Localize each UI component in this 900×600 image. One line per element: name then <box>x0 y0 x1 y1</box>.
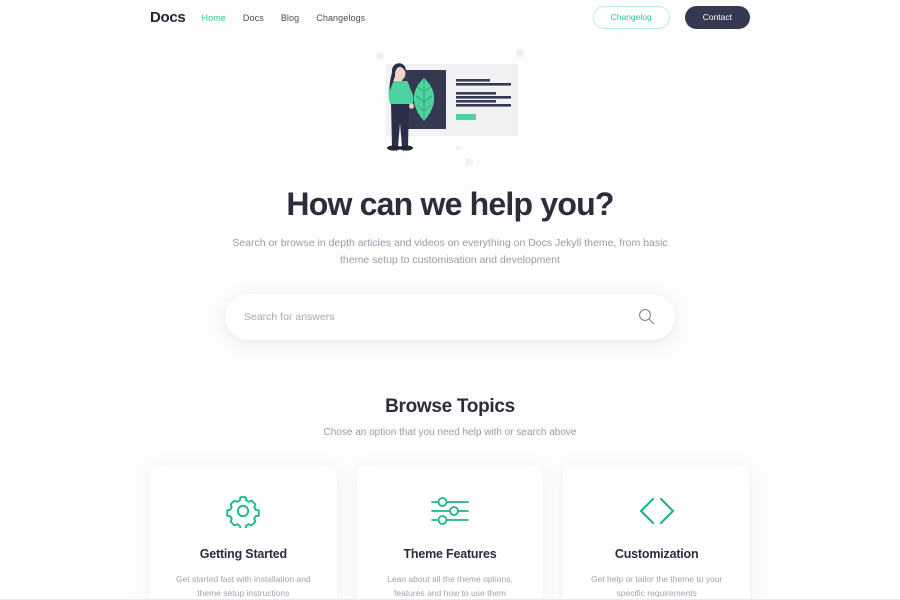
site-header: Docs Home Docs Blog Changelogs Changelog… <box>0 0 900 35</box>
woman-presenting-board-illustration <box>376 49 524 166</box>
nav-item-changelogs[interactable]: Changelogs <box>316 13 365 23</box>
changelog-button[interactable]: Changelog <box>592 6 670 29</box>
topic-card-title: Getting Started <box>199 546 287 561</box>
topic-card-customization[interactable]: Customization Get help or tailor the the… <box>563 464 751 600</box>
gear-icon <box>170 491 317 531</box>
topic-card-theme-features[interactable]: Theme Features Lean about all the theme … <box>356 464 544 600</box>
topic-card-description: Lean about all the theme options, featur… <box>387 573 513 599</box>
nav-item-docs[interactable]: Docs <box>243 13 264 23</box>
topic-cards: Getting Started Get started fast with in… <box>0 464 900 600</box>
main-navigation: Home Docs Blog Changelogs <box>201 13 592 23</box>
contact-button[interactable]: Contact <box>684 6 750 29</box>
search-bar[interactable] <box>225 293 675 340</box>
topic-card-title: Customization <box>614 546 699 561</box>
sliders-icon <box>377 491 524 531</box>
hero-section: How can we help you? Search or browse in… <box>0 35 900 340</box>
nav-item-home[interactable]: Home <box>201 13 225 23</box>
topic-card-getting-started[interactable]: Getting Started Get started fast with in… <box>150 464 337 600</box>
site-logo[interactable]: Docs <box>150 9 186 26</box>
hero-subtitle: Search or browse in depth articles and v… <box>232 237 668 267</box>
hero-illustration <box>368 47 533 172</box>
topic-card-description: Get started fast with installation and t… <box>176 573 311 599</box>
topic-card-description: Get help or tailor the theme to your spe… <box>591 573 723 599</box>
header-actions: Changelog Contact <box>592 6 750 29</box>
search-icon[interactable] <box>638 308 655 325</box>
code-brackets-icon <box>583 491 730 531</box>
browse-topics-section: Browse Topics Chose an option that you n… <box>0 396 900 438</box>
browse-subtitle: Chose an option that you need help with … <box>323 426 577 438</box>
browse-title: Browse Topics <box>385 395 515 417</box>
page-title: How can we help you? <box>286 186 614 222</box>
topic-card-title: Theme Features <box>403 546 497 561</box>
search-input[interactable] <box>244 310 638 323</box>
nav-item-blog[interactable]: Blog <box>281 13 299 23</box>
